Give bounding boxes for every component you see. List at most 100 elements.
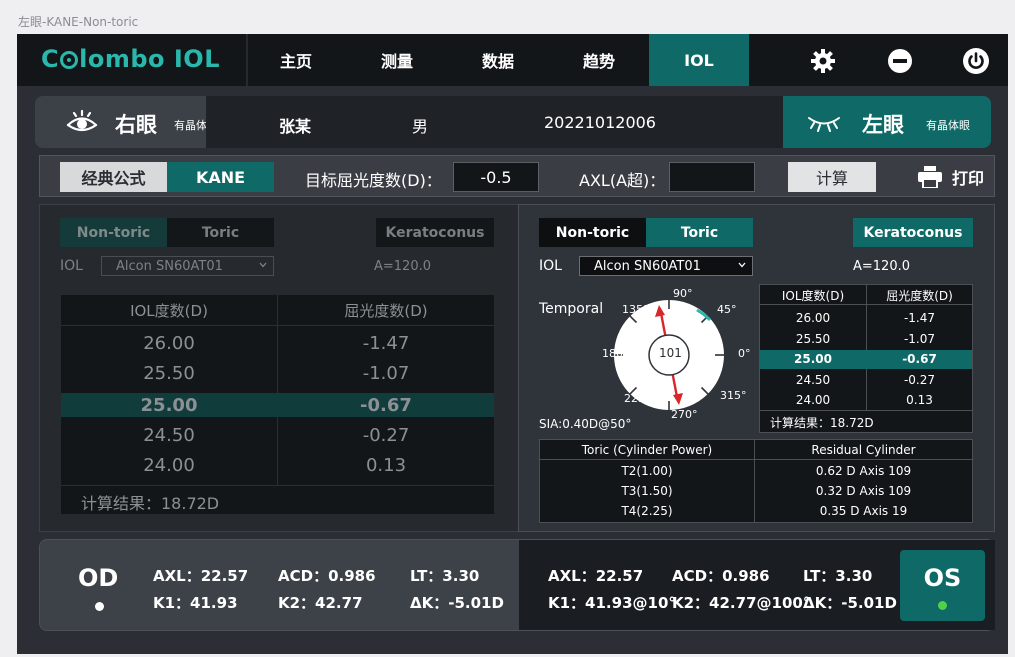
frame-title: 左眼-KANE-Non-toric bbox=[18, 15, 139, 29]
residual-cylinder-header: Residual Cylinder bbox=[811, 443, 916, 457]
right-eye-panel: Non-toric Toric Keratoconus IOL Alcon SN… bbox=[39, 204, 519, 532]
refraction-header: 屈光度数(D) bbox=[344, 301, 428, 320]
keratoconus-button[interactable]: Keratoconus bbox=[376, 218, 494, 247]
calc-result: 计算结果：18.72D bbox=[770, 416, 874, 430]
table-cell[interactable]: 24.50 bbox=[760, 370, 866, 390]
table-cell-selected[interactable]: -0.67 bbox=[867, 349, 972, 369]
iol-model-select[interactable]: Alcon SN60AT01 bbox=[579, 256, 753, 276]
table-cell[interactable]: -1.47 bbox=[278, 328, 494, 358]
table-cell[interactable]: -1.07 bbox=[867, 329, 972, 349]
patient-bar: 右眼 有晶体眼 张某 男 20221012006 左眼 有晶体眼 bbox=[35, 96, 991, 148]
print-label: 打印 bbox=[951, 169, 984, 188]
left-eye-tab[interactable]: 左眼 有晶体眼 bbox=[783, 96, 991, 148]
iol-model-value: Alcon SN60AT01 bbox=[116, 258, 223, 274]
table-cell[interactable]: T2(1.00) bbox=[540, 461, 754, 481]
a-constant: A=120.0 bbox=[853, 259, 911, 274]
os-k1: K1：41.93@10° bbox=[548, 594, 676, 612]
nav-trend[interactable]: 趋势 bbox=[549, 34, 649, 86]
iol-result-table: IOL度数(D) 屈光度数(D) 26.00 -1.47 25.50 -1.07… bbox=[61, 295, 494, 514]
od-acd: ACD：0.986 bbox=[278, 567, 376, 585]
closed-eye-icon bbox=[806, 112, 842, 138]
nav-data[interactable]: 数据 bbox=[448, 34, 548, 86]
nontoric-tab[interactable]: Non-toric bbox=[539, 218, 646, 247]
table-cell[interactable]: 0.13 bbox=[278, 450, 494, 480]
od-label[interactable]: OD bbox=[78, 564, 118, 592]
os-label: OS bbox=[923, 564, 962, 592]
axl-input[interactable] bbox=[669, 162, 755, 192]
table-cell[interactable]: 26.00 bbox=[760, 308, 866, 328]
table-cell-selected[interactable]: -0.67 bbox=[278, 390, 494, 420]
printer-icon bbox=[917, 166, 942, 188]
nav-home[interactable]: 主页 bbox=[246, 34, 346, 86]
keratoconus-button[interactable]: Keratoconus bbox=[853, 218, 973, 247]
chevron-down-icon bbox=[259, 262, 267, 268]
iol-label: IOL bbox=[539, 258, 562, 274]
table-cell[interactable]: -1.47 bbox=[867, 308, 972, 328]
os-axl: AXL：22.57 bbox=[548, 567, 644, 585]
table-cell[interactable]: 25.50 bbox=[61, 358, 277, 388]
angle-label: 0° bbox=[738, 347, 751, 360]
temporal-label: Temporal bbox=[539, 301, 604, 317]
angle-label: 180° bbox=[602, 347, 629, 360]
dial-center-value: 101 bbox=[659, 346, 682, 360]
a-constant: A=120.0 bbox=[374, 259, 432, 274]
os-k2: K2：42.77@100° bbox=[672, 594, 811, 612]
minimize-icon[interactable] bbox=[886, 47, 914, 75]
table-cell-selected[interactable]: 25.00 bbox=[760, 349, 866, 369]
power-icon[interactable] bbox=[962, 47, 990, 75]
toric-tab[interactable]: Toric bbox=[646, 218, 753, 247]
iol-model-select[interactable]: Alcon SN60AT01 bbox=[101, 256, 274, 276]
refraction-header: 屈光度数(D) bbox=[886, 288, 953, 303]
table-cell[interactable]: T3(1.50) bbox=[540, 481, 754, 501]
calc-result: 计算结果：18.72D bbox=[81, 494, 220, 513]
iol-power-header: IOL度数(D) bbox=[781, 288, 845, 303]
target-refraction-input[interactable]: -0.5 bbox=[453, 162, 539, 192]
table-cell[interactable]: -0.27 bbox=[867, 370, 972, 390]
patient-info: 张某 男 20221012006 bbox=[206, 96, 784, 148]
table-cell-selected[interactable]: 25.00 bbox=[61, 390, 277, 420]
biometry-bar: OD AXL：22.57 ACD：0.986 LT：3.30 K1：41.93 … bbox=[39, 539, 995, 631]
left-eye-status: 有晶体眼 bbox=[926, 119, 970, 132]
iol-model-value: Alcon SN60AT01 bbox=[594, 258, 701, 274]
app-window: Clombo IOL 主页 测量 数据 趋势 IOL 右眼 有晶体眼 张某 男 … bbox=[17, 34, 1008, 654]
table-cell[interactable]: 24.50 bbox=[61, 420, 277, 450]
left-eye-label: 左眼 bbox=[862, 113, 904, 137]
angle-label: 45° bbox=[717, 303, 737, 316]
os-lt: LT：3.30 bbox=[803, 567, 873, 585]
os-acd: ACD：0.986 bbox=[672, 567, 770, 585]
app-logo: Clombo IOL bbox=[41, 45, 220, 73]
kane-formula-button[interactable]: KANE bbox=[167, 162, 274, 192]
angle-label: 315° bbox=[720, 389, 747, 402]
patient-gender: 男 bbox=[412, 117, 429, 136]
patient-id: 20221012006 bbox=[544, 113, 656, 132]
table-cell[interactable]: 0.62 D Axis 109 bbox=[755, 461, 972, 481]
angle-label: 135° bbox=[622, 303, 649, 316]
table-cell[interactable]: -0.27 bbox=[278, 420, 494, 450]
right-eye-label[interactable]: 右眼 bbox=[115, 109, 157, 139]
iol-power-header: IOL度数(D) bbox=[130, 301, 208, 320]
calculate-button[interactable]: 计算 bbox=[788, 162, 876, 192]
toric-tab[interactable]: Toric bbox=[167, 218, 274, 247]
od-dk: ΔK：-5.01D bbox=[410, 594, 504, 612]
nav-iol[interactable]: IOL bbox=[649, 34, 749, 86]
print-button[interactable]: 打印 bbox=[917, 165, 984, 189]
nontoric-tab[interactable]: Non-toric bbox=[60, 218, 167, 247]
table-cell[interactable]: 0.35 D Axis 19 bbox=[755, 501, 972, 521]
gear-icon[interactable] bbox=[809, 47, 837, 75]
sia-value: SIA:0.40D@50° bbox=[539, 417, 632, 431]
table-cell[interactable]: 25.50 bbox=[760, 329, 866, 349]
table-cell[interactable]: -1.07 bbox=[278, 358, 494, 388]
classic-formula-button[interactable]: 经典公式 bbox=[60, 162, 167, 192]
iol-result-table: IOL度数(D) 屈光度数(D) 26.00 -1.47 25.50 -1.07… bbox=[759, 284, 973, 433]
table-cell[interactable]: 0.13 bbox=[867, 390, 972, 410]
table-cell[interactable]: T4(2.25) bbox=[540, 501, 754, 521]
table-cell[interactable]: 24.00 bbox=[61, 450, 277, 480]
os-button[interactable]: OS bbox=[900, 550, 985, 621]
os-indicator-dot bbox=[938, 601, 947, 610]
table-cell[interactable]: 26.00 bbox=[61, 328, 277, 358]
table-cell[interactable]: 0.32 D Axis 109 bbox=[755, 481, 972, 501]
table-cell[interactable]: 24.00 bbox=[760, 390, 866, 410]
os-dk: ΔK：-5.01D bbox=[803, 594, 897, 612]
target-refraction-label: 目标屈光度数(D)： bbox=[305, 171, 442, 190]
nav-measure[interactable]: 测量 bbox=[347, 34, 447, 86]
